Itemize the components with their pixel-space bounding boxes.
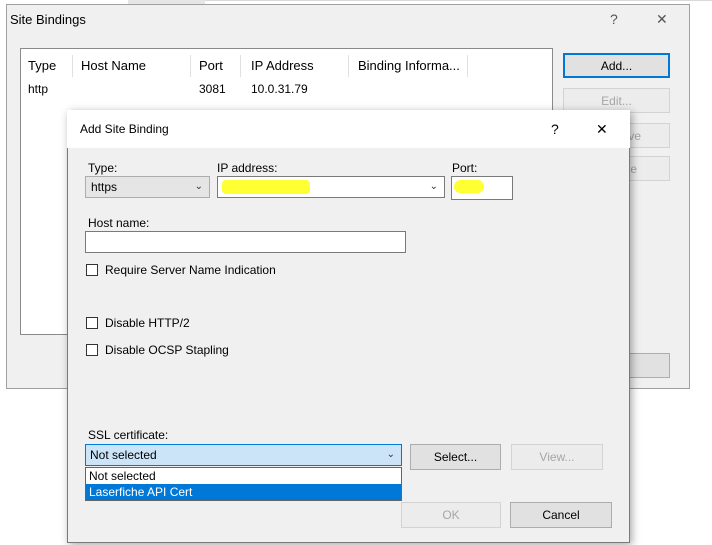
disable-ocsp-label[interactable]: Disable OCSP Stapling	[105, 343, 229, 357]
ssl-certificate-select[interactable]: Not selected ⌄	[85, 444, 402, 466]
ssl-certificate-label: SSL certificate:	[88, 428, 169, 442]
sni-label[interactable]: Require Server Name Indication	[105, 263, 276, 277]
add-binding-close-icon[interactable]: ✕	[596, 121, 608, 138]
column-separator	[467, 55, 468, 77]
column-header-host-name[interactable]: Host Name	[81, 58, 146, 73]
site-bindings-help-icon[interactable]: ?	[610, 11, 618, 27]
row-port-cell[interactable]: 3081	[199, 82, 226, 96]
disable-http2-checkbox[interactable]	[86, 317, 98, 329]
ssl-option-not-selected[interactable]: Not selected	[86, 468, 401, 484]
host-name-input[interactable]	[85, 231, 406, 253]
type-select-value: https	[91, 180, 118, 194]
redaction-mark	[454, 180, 484, 193]
site-bindings-close-icon[interactable]: ✕	[656, 11, 668, 28]
ip-address-label: IP address:	[217, 161, 278, 175]
ok-button[interactable]: OK	[401, 502, 501, 528]
ssl-certificate-value: Not selected	[90, 448, 157, 462]
add-site-binding-title: Add Site Binding	[80, 122, 169, 136]
row-type-cell[interactable]: http	[28, 82, 48, 96]
column-header-port[interactable]: Port	[199, 58, 223, 73]
column-separator	[190, 55, 191, 77]
background-edge	[205, 0, 712, 1]
cancel-button[interactable]: Cancel	[510, 502, 612, 528]
chevron-down-icon: ⌄	[429, 180, 438, 192]
column-header-binding-info[interactable]: Binding Informa...	[358, 58, 460, 73]
add-binding-help-icon[interactable]: ?	[551, 121, 559, 137]
site-bindings-title: Site Bindings	[10, 12, 86, 27]
disable-ocsp-checkbox[interactable]	[86, 344, 98, 356]
column-separator	[348, 55, 349, 77]
column-header-ip-address[interactable]: IP Address	[251, 58, 314, 73]
host-name-label: Host name:	[88, 216, 150, 230]
view-certificate-button[interactable]: View...	[511, 444, 603, 470]
column-separator	[72, 55, 73, 77]
column-separator	[240, 55, 241, 77]
type-label: Type:	[88, 161, 118, 175]
sni-checkbox[interactable]	[86, 264, 98, 276]
chevron-down-icon: ⌄	[386, 448, 395, 460]
type-select[interactable]: https ⌄	[85, 176, 210, 198]
chevron-down-icon: ⌄	[194, 180, 203, 192]
add-button[interactable]: Add...	[563, 53, 670, 78]
port-label: Port:	[452, 161, 478, 175]
select-certificate-button[interactable]: Select...	[410, 444, 501, 470]
redaction-mark	[222, 180, 310, 194]
ssl-option-laserfiche-api-cert[interactable]: Laserfiche API Cert	[86, 484, 401, 500]
row-ip-cell[interactable]: 10.0.31.79	[251, 82, 308, 96]
column-header-type[interactable]: Type	[28, 58, 56, 73]
disable-http2-label[interactable]: Disable HTTP/2	[105, 316, 190, 330]
ssl-certificate-options: Not selected Laserfiche API Cert	[85, 467, 402, 501]
